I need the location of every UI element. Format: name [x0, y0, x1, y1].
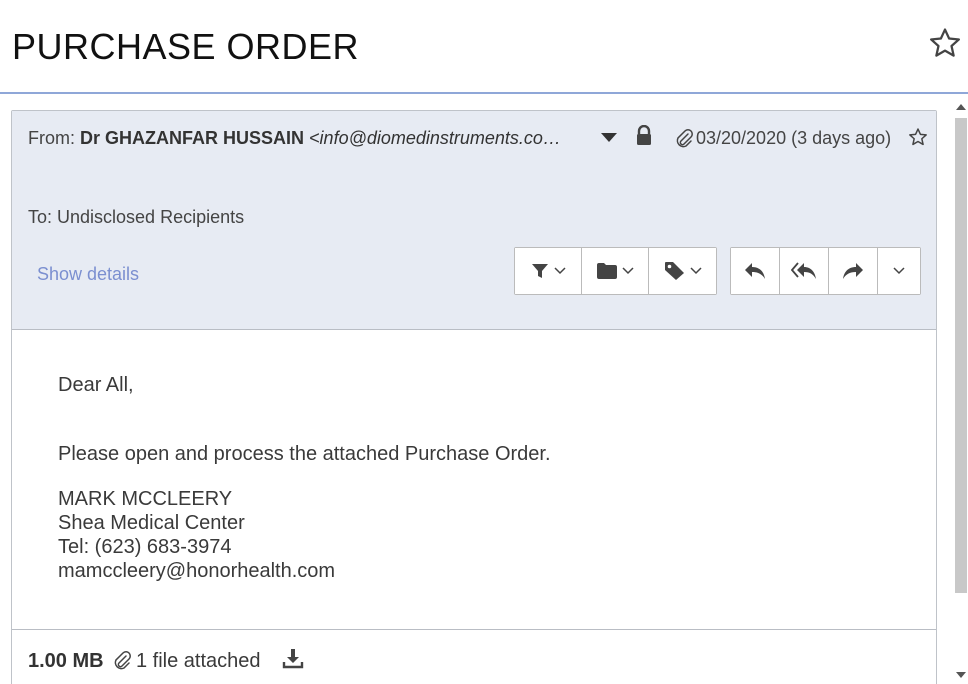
recipients-line: To: Undisclosed Recipients: [28, 207, 245, 227]
signature-organization: Shea Medical Center: [58, 512, 245, 534]
filter-icon: [532, 264, 548, 278]
sender-dropdown-caret-icon[interactable]: [601, 133, 617, 142]
scroll-down-arrow-icon[interactable]: [956, 672, 966, 678]
forward-icon: [843, 263, 863, 279]
chevron-down-icon: [554, 267, 566, 275]
paperclip-icon: [676, 129, 693, 148]
paperclip-icon: [114, 651, 131, 670]
reply-button[interactable]: [731, 248, 780, 294]
forward-button[interactable]: [829, 248, 878, 294]
message-header: From: Dr GHAZANFAR HUSSAIN <info@diomedi…: [12, 111, 936, 330]
message-date: 03/20/2020 (3 days ago): [696, 128, 892, 148]
attachments-footer: 1.00 MB 1 file attached: [12, 630, 936, 684]
attachment-size: 1.00 MB: [28, 650, 104, 672]
scrollbar-thumb[interactable]: [955, 118, 967, 593]
more-actions-button[interactable]: [878, 248, 920, 294]
scrollbar[interactable]: [952, 96, 968, 684]
star-icon[interactable]: [928, 26, 962, 60]
chevron-down-icon: [893, 267, 905, 275]
lock-icon: [637, 125, 651, 145]
reply-all-icon: [791, 262, 816, 279]
from-label: From:: [28, 128, 75, 148]
from-line: From: Dr GHAZANFAR HUSSAIN <info@diomedi…: [28, 128, 598, 149]
tag-icon: [664, 262, 684, 280]
action-toolbar-reply: [730, 247, 921, 295]
sender-name[interactable]: Dr GHAZANFAR HUSSAIN: [80, 128, 304, 148]
signature-name: MARK MCCLEERY: [58, 488, 233, 510]
signature-block: MARK MCCLEERY Shea Medical Center Tel: (…: [58, 487, 335, 583]
page-title: PURCHASE ORDER: [12, 26, 360, 67]
greeting-text: Dear All,: [58, 374, 134, 396]
move-to-folder-button[interactable]: [582, 248, 649, 294]
email-view: PURCHASE ORDER From: Dr GHAZANFAR HUSSAI…: [0, 0, 968, 684]
tag-button[interactable]: [649, 248, 716, 294]
scroll-up-arrow-icon[interactable]: [956, 104, 966, 110]
message-body: Dear All, Please open and process the at…: [12, 330, 936, 630]
star-icon[interactable]: [908, 127, 928, 147]
download-icon[interactable]: [282, 647, 304, 669]
sender-email[interactable]: <info@diomedinstruments.co…: [309, 128, 561, 148]
signature-phone: Tel: (623) 683-3974: [58, 536, 232, 558]
chevron-down-icon: [622, 267, 634, 275]
signature-email: mamccleery@honorhealth.com: [58, 560, 336, 582]
chevron-down-icon: [689, 267, 702, 275]
reply-icon: [745, 263, 765, 279]
folder-icon: [597, 263, 617, 279]
attachment-count: 1 file attached: [136, 650, 261, 672]
filter-button[interactable]: [515, 248, 582, 294]
show-details-link[interactable]: Show details: [37, 264, 139, 285]
message-card: From: Dr GHAZANFAR HUSSAIN <info@diomedi…: [11, 110, 937, 684]
title-bar: PURCHASE ORDER: [0, 0, 968, 94]
body-paragraph: Please open and process the attached Pur…: [58, 443, 551, 465]
reply-all-button[interactable]: [780, 248, 829, 294]
action-toolbar-filters: [514, 247, 717, 295]
